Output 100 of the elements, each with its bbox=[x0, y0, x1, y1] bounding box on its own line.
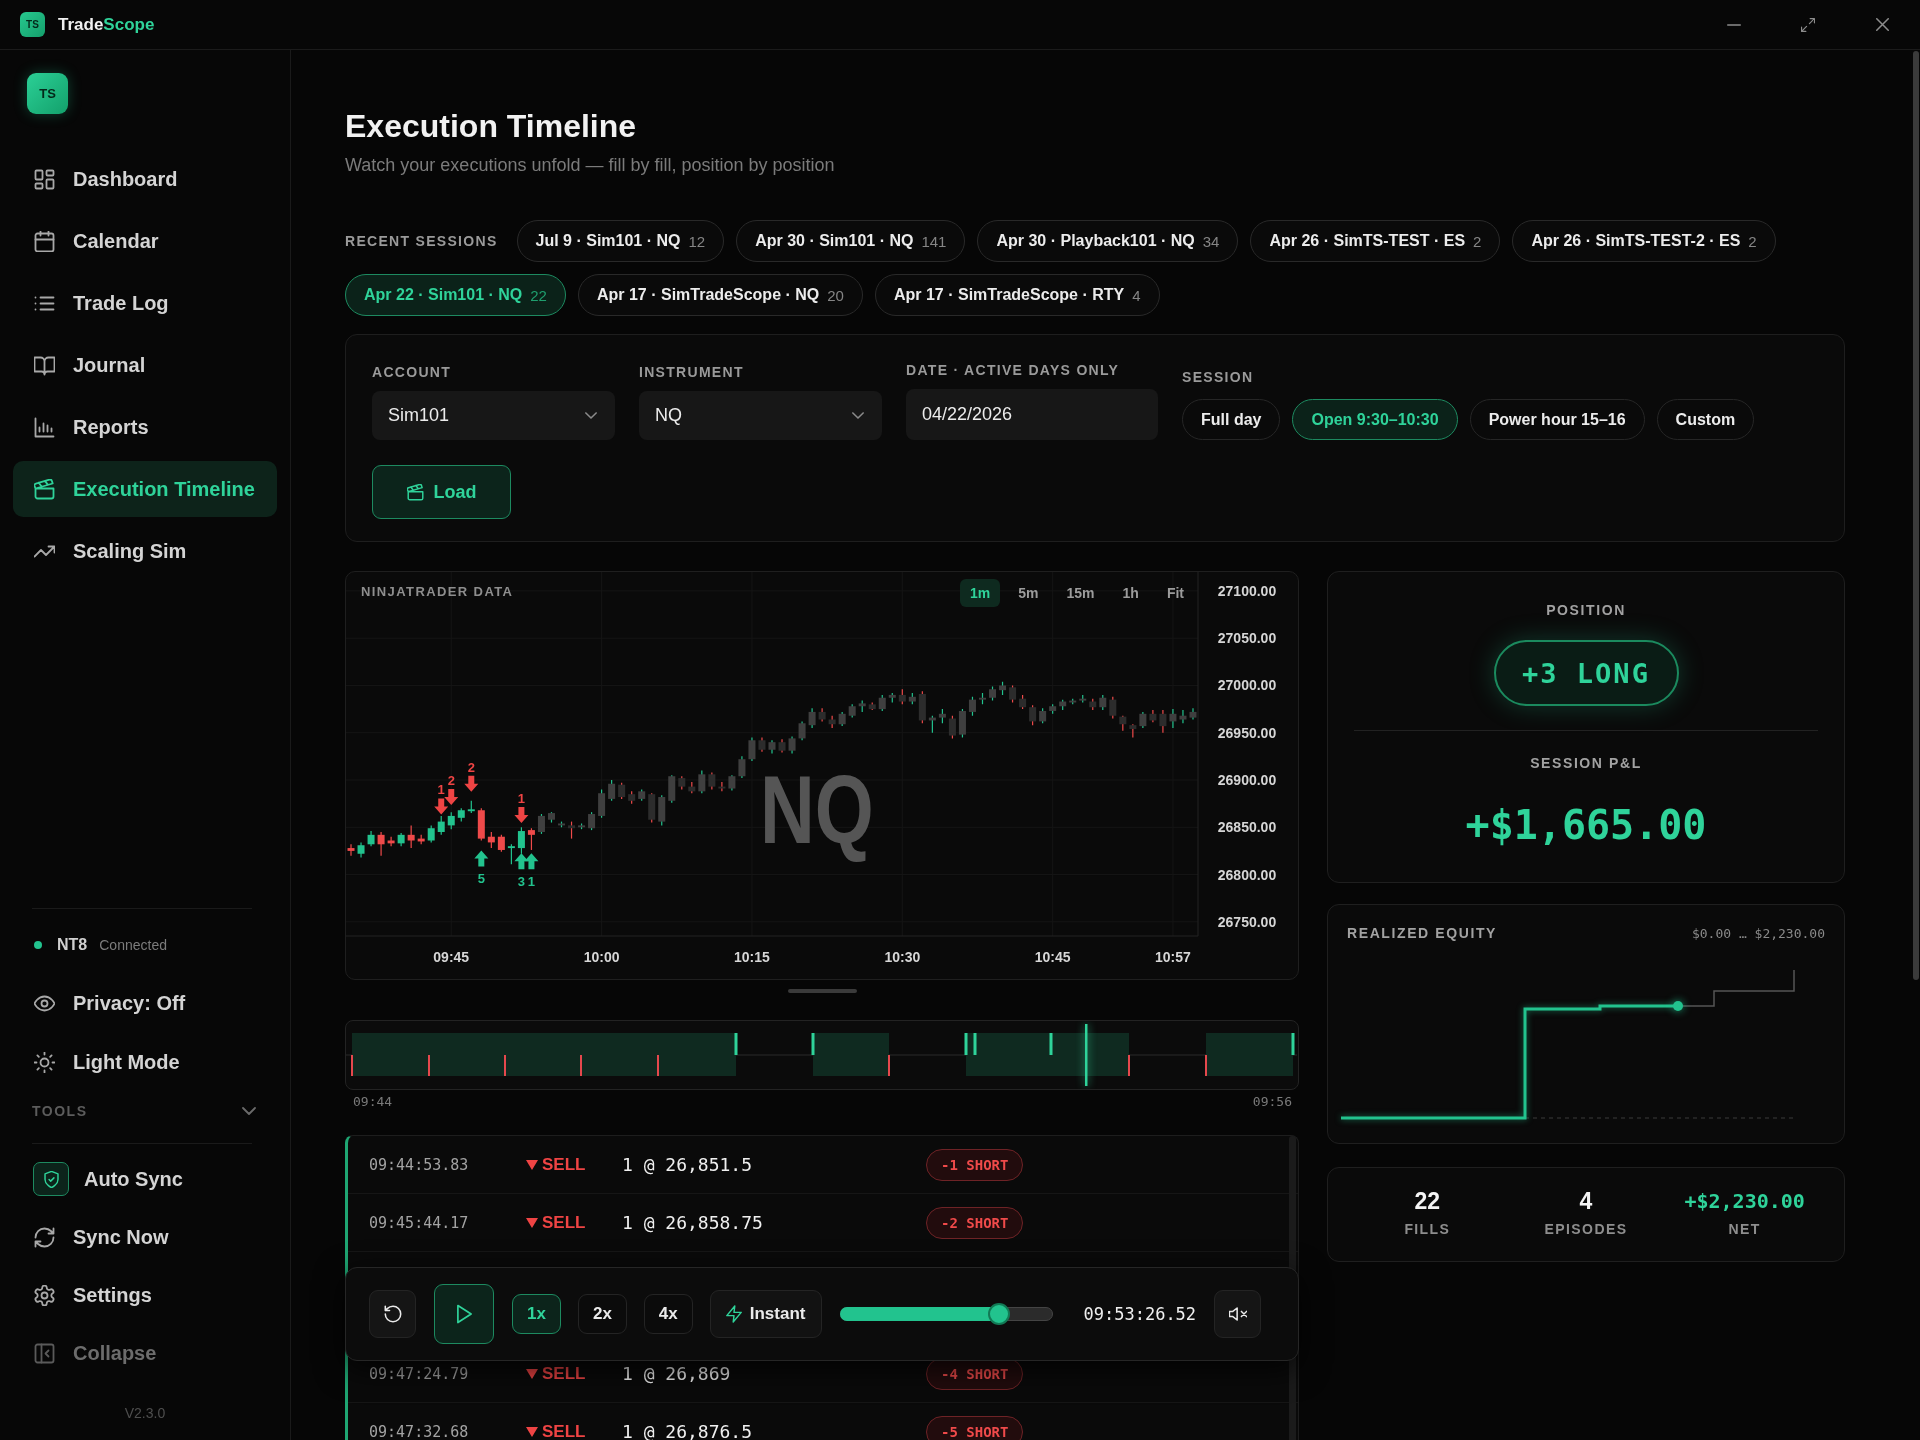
version-label: V2.3.0 bbox=[124, 1404, 166, 1423]
session-option[interactable]: Full day bbox=[1182, 399, 1281, 440]
tool-item[interactable]: Sync Now bbox=[13, 1211, 277, 1263]
tool-item[interactable]: Auto Sync bbox=[13, 1153, 277, 1205]
sidebar-item[interactable]: Privacy: Off bbox=[13, 977, 277, 1029]
date-field[interactable]: 04/22/2026 bbox=[906, 389, 1158, 440]
session-chip[interactable]: Apr 26 · SimTS-TEST · ES 2 bbox=[1250, 220, 1501, 262]
session-chip[interactable]: Apr 26 · SimTS-TEST-2 · ES 2 bbox=[1512, 220, 1776, 262]
speed-button[interactable]: 2x bbox=[577, 1294, 627, 1334]
mute-button[interactable] bbox=[1214, 1290, 1262, 1338]
candlestick bbox=[678, 775, 686, 791]
price-axis-label: 26950.00 bbox=[1217, 724, 1277, 741]
timeframe-button[interactable]: 5m bbox=[1008, 579, 1049, 607]
instant-button[interactable]: Instant bbox=[709, 1290, 822, 1338]
candlestick bbox=[738, 755, 746, 779]
nav-item[interactable]: Calendar bbox=[13, 213, 277, 269]
dropdown-field[interactable]: Sim101 bbox=[372, 391, 615, 440]
playback-slider[interactable] bbox=[839, 1303, 1053, 1325]
candlestick bbox=[1179, 709, 1187, 724]
nav-item[interactable]: Reports bbox=[13, 399, 277, 455]
session-chip[interactable]: Jul 9 · Sim101 · NQ 12 bbox=[516, 220, 725, 262]
speed-button[interactable]: 4x bbox=[643, 1294, 693, 1334]
chevron-down-icon[interactable] bbox=[242, 1107, 256, 1115]
collapse-button[interactable]: Collapse bbox=[13, 1327, 277, 1379]
slider-thumb[interactable] bbox=[988, 1303, 1011, 1325]
tool-item[interactable]: Settings bbox=[13, 1269, 277, 1321]
nav-item[interactable]: Scaling Sim bbox=[13, 523, 277, 579]
candlestick bbox=[948, 715, 956, 739]
panel-collapse-icon bbox=[34, 1342, 55, 1364]
candlestick bbox=[698, 769, 706, 794]
load-button[interactable]: Load bbox=[372, 465, 511, 519]
candlestick bbox=[1089, 698, 1097, 711]
session-chip[interactable]: Apr 30 · Playback101 · NQ 34 bbox=[977, 220, 1239, 262]
connection-name: NT8 bbox=[57, 936, 88, 954]
buy-fill-tick bbox=[1049, 1033, 1053, 1055]
playback-time: 09:53:26.52 bbox=[1083, 1304, 1197, 1324]
candlestick bbox=[1099, 694, 1107, 711]
session-chip[interactable]: Apr 30 · Sim101 · NQ 141 bbox=[736, 220, 966, 262]
timeframe-button[interactable]: 15m bbox=[1056, 579, 1105, 607]
session-option[interactable]: Custom bbox=[1656, 399, 1755, 440]
timeframe-button[interactable]: Fit bbox=[1156, 579, 1194, 607]
speed-button[interactable]: 1x bbox=[512, 1294, 561, 1334]
nav-item[interactable]: Dashboard bbox=[13, 151, 277, 207]
clapperboard-icon bbox=[406, 483, 424, 501]
nav-item[interactable]: Journal bbox=[13, 337, 277, 393]
nav-item[interactable]: Execution Timeline bbox=[13, 461, 277, 517]
nav-item[interactable]: Trade Log bbox=[13, 275, 277, 331]
time-axis-label: 09:45 bbox=[433, 949, 470, 965]
session-chip[interactable]: Apr 22 · Sim101 · NQ 22 bbox=[345, 274, 566, 316]
candlestick bbox=[1149, 709, 1157, 723]
session-option[interactable]: Power hour 15–16 bbox=[1469, 399, 1645, 440]
position-label: POSITION bbox=[1546, 602, 1626, 618]
section-label: TOOLS bbox=[32, 1103, 88, 1119]
fill-count-label: 1 bbox=[517, 791, 526, 806]
fill-count-label: 1 bbox=[437, 782, 445, 798]
speaker-muted-icon bbox=[1228, 1305, 1247, 1323]
timeframe-button[interactable]: 1m bbox=[960, 579, 1001, 607]
session-option[interactable]: Open 9:30–10:30 bbox=[1292, 399, 1458, 440]
sidebar-item[interactable]: Light Mode bbox=[13, 1036, 277, 1088]
fill-time: 09:47:32.68 bbox=[369, 1422, 470, 1440]
candlestick bbox=[397, 832, 405, 847]
dropdown-field[interactable]: NQ bbox=[639, 391, 882, 440]
symbol-watermark: NQ bbox=[760, 755, 874, 865]
play-button[interactable] bbox=[434, 1284, 494, 1344]
session-chip[interactable]: Apr 17 · SimTradeScope · RTY 4 bbox=[874, 274, 1160, 316]
position-badge: -5 SHORT bbox=[926, 1415, 1024, 1440]
candlestick bbox=[377, 831, 385, 857]
candlestick bbox=[668, 774, 676, 804]
candlestick bbox=[1109, 696, 1117, 720]
candlestick bbox=[477, 807, 485, 842]
sell-arrow-icon bbox=[514, 807, 529, 823]
equity-range: $0.00 … $2,230.00 bbox=[1691, 925, 1825, 941]
timeframe-button[interactable]: 1h bbox=[1112, 579, 1149, 607]
resize-handle[interactable] bbox=[787, 989, 857, 993]
restart-button[interactable] bbox=[369, 1290, 416, 1338]
candlestick bbox=[347, 843, 355, 857]
candlestick bbox=[999, 681, 1007, 696]
down-triangle-icon bbox=[526, 1368, 538, 1379]
candlestick bbox=[507, 843, 515, 865]
buy-fill-tick bbox=[973, 1033, 977, 1055]
candlestick bbox=[968, 696, 976, 717]
fill-side: SELL bbox=[542, 1363, 586, 1384]
candlestick bbox=[828, 715, 836, 729]
field-label: ACCOUNT bbox=[372, 364, 453, 380]
candlestick bbox=[1189, 707, 1197, 721]
sell-fill-tick bbox=[504, 1055, 506, 1076]
down-triangle-icon bbox=[526, 1426, 538, 1437]
stat-value: 22 bbox=[1414, 1187, 1441, 1215]
candlestick bbox=[928, 715, 936, 734]
position-badge: -1 SHORT bbox=[926, 1148, 1024, 1181]
app-logo: TS bbox=[27, 73, 68, 114]
buy-arrow-icon bbox=[524, 853, 539, 870]
candlestick bbox=[417, 834, 425, 845]
chevron-down-icon bbox=[852, 412, 864, 419]
session-chip[interactable]: Apr 17 · SimTradeScope · NQ 20 bbox=[577, 274, 863, 316]
candlestick bbox=[588, 811, 596, 831]
scrollbar[interactable] bbox=[1913, 51, 1919, 980]
candlestick bbox=[497, 834, 505, 853]
candlestick bbox=[387, 836, 395, 847]
clapperboard-icon bbox=[34, 478, 55, 500]
